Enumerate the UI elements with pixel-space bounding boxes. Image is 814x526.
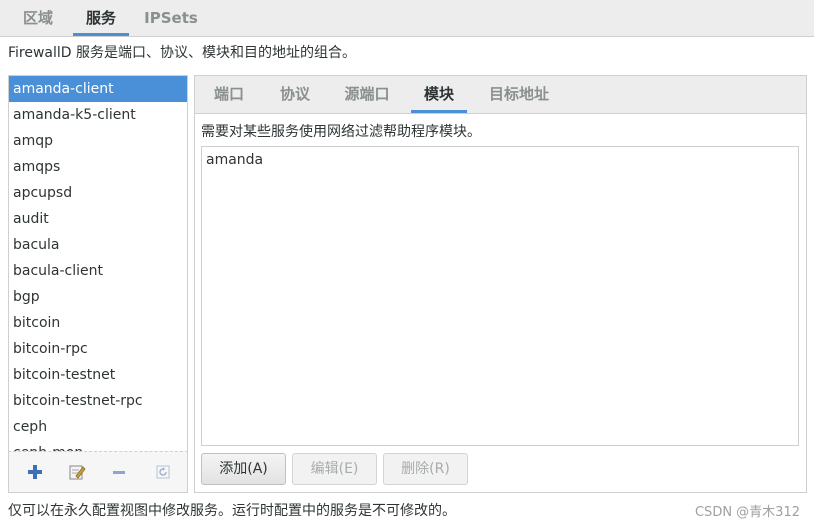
tab-protocols[interactable]: 协议 [275,76,315,113]
service-detail-panel: 端口 协议 源端口 模块 目标地址 需要对某些服务使用网络过滤帮助程序模块。 a… [194,75,807,493]
service-list-item[interactable]: ceph [9,414,187,440]
module-item[interactable]: amanda [202,147,798,173]
watermark: CSDN @青木312 [694,505,800,520]
status-footer: 仅可以在永久配置视图中修改服务。运行时配置中的服务是不可修改的。 [8,503,456,519]
top-tab-bar: 区域 服务 IPSets [0,0,814,37]
add-service-button[interactable] [23,460,47,484]
edit-icon [69,465,86,480]
service-list-item[interactable]: bitcoin-testnet [9,362,187,388]
tab-ipsets[interactable]: IPSets [140,0,202,36]
service-list-item[interactable]: audit [9,206,187,232]
service-list-item[interactable]: bitcoin-rpc [9,336,187,362]
service-list-item[interactable]: amqps [9,154,187,180]
tab-destination[interactable]: 目标地址 [485,76,553,113]
remove-service-button[interactable] [107,460,131,484]
tab-services[interactable]: 服务 [73,0,129,36]
tab-source-ports[interactable]: 源端口 [339,76,395,113]
service-list-item[interactable]: amanda-k5-client [9,102,187,128]
edit-service-button[interactable] [65,460,89,484]
services-description: FirewallD 服务是端口、协议、模块和目的地址的组合。 [8,45,357,61]
minus-icon [113,471,125,474]
reload-icon [156,465,170,479]
tab-zones[interactable]: 区域 [10,0,66,36]
service-list-item[interactable]: bitcoin [9,310,187,336]
add-module-button[interactable]: 添加(A) [201,453,286,485]
tab-modules[interactable]: 模块 [411,76,467,113]
module-list[interactable]: amanda [201,146,799,446]
modules-description: 需要对某些服务使用网络过滤帮助程序模块。 [201,124,481,140]
service-list-item[interactable]: apcupsd [9,180,187,206]
tab-ports[interactable]: 端口 [209,76,249,113]
service-list-item[interactable]: bitcoin-testnet-rpc [9,388,187,414]
remove-module-button[interactable]: 删除(R) [383,453,468,485]
service-list-toolbar [8,451,188,493]
service-list-item[interactable]: amanda-client [9,76,187,102]
service-list-item[interactable]: bacula-client [9,258,187,284]
service-sub-tab-bar: 端口 协议 源端口 模块 目标地址 [195,76,806,114]
service-list-item[interactable]: bacula [9,232,187,258]
reload-service-button[interactable] [151,460,175,484]
edit-module-button[interactable]: 编辑(E) [292,453,377,485]
plus-icon [28,465,42,479]
service-list[interactable]: amanda-client amanda-k5-client amqp amqps ap… [8,75,188,452]
service-list-item[interactable]: amqp [9,128,187,154]
service-list-item[interactable]: bgp [9,284,187,310]
